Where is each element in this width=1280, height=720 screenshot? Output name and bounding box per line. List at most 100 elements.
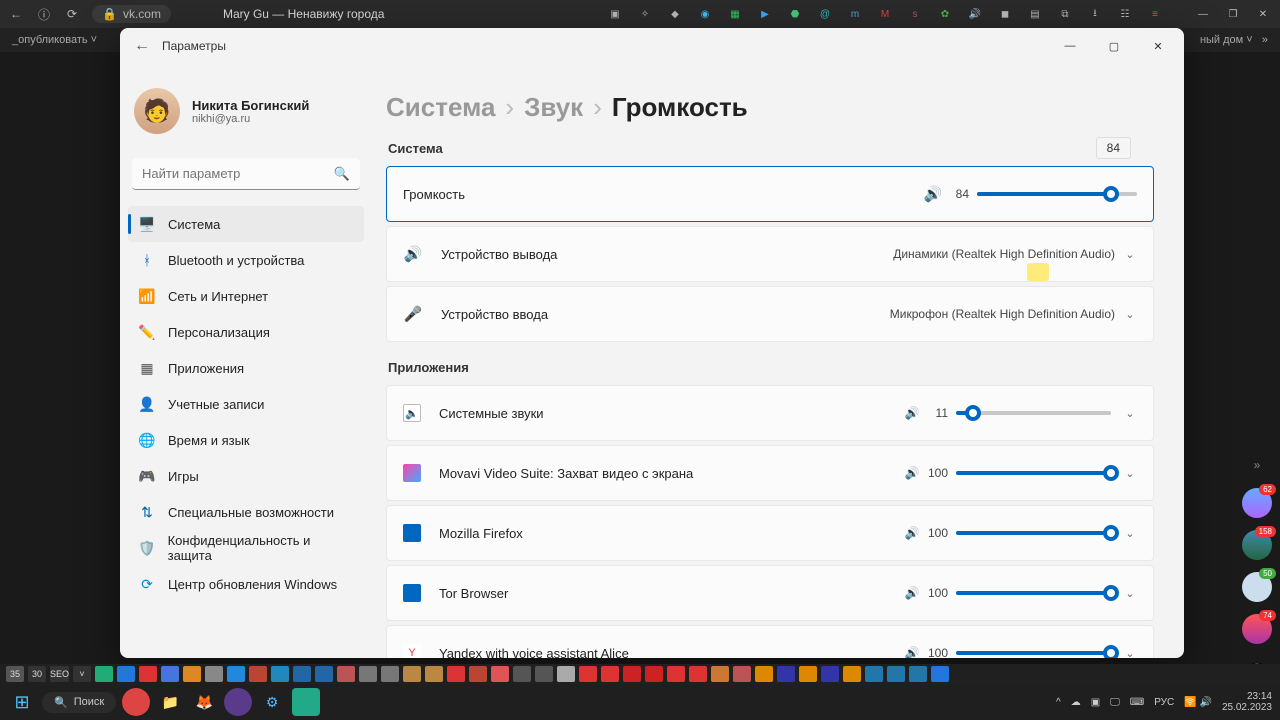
app-volume-slider[interactable] xyxy=(956,471,1111,475)
back-button[interactable]: ← xyxy=(134,37,154,55)
tetab-icon[interactable] xyxy=(381,666,399,682)
tetab-icon[interactable] xyxy=(271,666,289,682)
nav-reload-icon[interactable]: ⟳ xyxy=(64,7,80,21)
app-volume-slider[interactable] xyxy=(956,591,1111,595)
taskbar-app-icon[interactable] xyxy=(122,688,150,716)
tetab-icon[interactable] xyxy=(843,666,861,682)
tetab-icon[interactable] xyxy=(623,666,641,682)
nav-back-icon[interactable]: ← xyxy=(8,7,24,21)
speaker-icon[interactable]: 🔊 xyxy=(902,526,922,540)
sidebar-item[interactable]: 🎮Игры xyxy=(128,458,364,494)
tetab-icon[interactable] xyxy=(513,666,531,682)
tetab-icon[interactable] xyxy=(931,666,949,682)
ext-icon[interactable]: ▣ xyxy=(606,5,624,23)
profile-block[interactable]: 🧑 Никита Богинский nikhi@ya.ru xyxy=(128,64,364,152)
tetab-icon[interactable] xyxy=(95,666,113,682)
ext-icon[interactable]: ⬣ xyxy=(786,5,804,23)
tetab-icon[interactable] xyxy=(425,666,443,682)
tray-clock[interactable]: 23:14 25.02.2023 xyxy=(1222,691,1272,713)
tray-icon[interactable]: ⌨ xyxy=(1130,697,1144,708)
speaker-icon[interactable]: 🔊 xyxy=(923,185,943,203)
tetab-icon[interactable] xyxy=(491,666,509,682)
tetab-icon[interactable] xyxy=(535,666,553,682)
sidebar-item[interactable]: ▦Приложения xyxy=(128,350,364,386)
taskbar-app-icon[interactable]: 📁 xyxy=(156,688,184,716)
tray-icon[interactable]: ☁ xyxy=(1071,697,1081,708)
tetab-icon[interactable] xyxy=(161,666,179,682)
address-bar[interactable]: 🔒 vk.com xyxy=(92,5,171,23)
sidebar-item[interactable]: 🛡️Конфиденциальность и защита xyxy=(128,530,364,566)
tetab-icon[interactable] xyxy=(117,666,135,682)
taskbar-app-icon[interactable]: ⚙ xyxy=(258,688,286,716)
tetab-icon[interactable] xyxy=(821,666,839,682)
tetab-icon[interactable] xyxy=(755,666,773,682)
tetab-icon[interactable] xyxy=(689,666,707,682)
tetab-icon[interactable] xyxy=(557,666,575,682)
tetab-icon[interactable] xyxy=(579,666,597,682)
sidebar-item[interactable]: ᚼBluetooth и устройства xyxy=(128,242,364,278)
tray-icon[interactable]: ▣ xyxy=(1091,697,1100,708)
sidebar-item[interactable]: 🖥️Система xyxy=(128,206,364,242)
start-button[interactable]: ⊞ xyxy=(8,688,36,716)
tetab-icon[interactable] xyxy=(645,666,663,682)
tetab-icon[interactable] xyxy=(667,666,685,682)
sidebar-item[interactable]: ⟳Центр обновления Windows xyxy=(128,566,364,602)
tetab-icon[interactable] xyxy=(711,666,729,682)
tetab-icon[interactable] xyxy=(909,666,927,682)
side-app-icon[interactable]: 158 xyxy=(1242,530,1272,560)
sidebar-item[interactable]: ⇅Специальные возможности xyxy=(128,494,364,530)
tetab-icon[interactable] xyxy=(205,666,223,682)
sidebar-item[interactable]: 📶Сеть и Интернет xyxy=(128,278,364,314)
tetab-icon[interactable] xyxy=(293,666,311,682)
tetab-icon[interactable] xyxy=(447,666,465,682)
collapse-icon[interactable]: » xyxy=(1242,458,1272,472)
tetab-icon[interactable] xyxy=(887,666,905,682)
tetab-icon[interactable] xyxy=(227,666,245,682)
speaker-icon[interactable]: 🔊 xyxy=(902,466,922,480)
taskbar-app-icon[interactable] xyxy=(224,688,252,716)
window-minimize-icon[interactable]: — xyxy=(1194,5,1212,23)
tetab-icon[interactable] xyxy=(733,666,751,682)
speaker-icon[interactable]: 🔊 xyxy=(902,646,922,658)
minimize-button[interactable]: — xyxy=(1048,31,1092,61)
tray-icon[interactable]: 🛜 🔊 xyxy=(1184,697,1212,708)
tetab-icon[interactable] xyxy=(799,666,817,682)
window-close-icon[interactable]: ✕ xyxy=(1254,5,1272,23)
sidebar-item[interactable]: 👤Учетные записи xyxy=(128,386,364,422)
tetab-icon[interactable] xyxy=(865,666,883,682)
tetab-icon[interactable] xyxy=(403,666,421,682)
nav-info-icon[interactable]: ⓘ xyxy=(36,6,52,23)
tray-icon[interactable]: ^ xyxy=(1056,697,1061,708)
app-volume-slider[interactable] xyxy=(956,651,1111,655)
ext-icon[interactable]: ▦ xyxy=(726,5,744,23)
speaker-icon[interactable]: 🔊 xyxy=(902,586,922,600)
tetab-icon[interactable] xyxy=(337,666,355,682)
side-app-icon[interactable]: 62 xyxy=(1242,488,1272,518)
tetab-icon[interactable] xyxy=(249,666,267,682)
app-volume-slider[interactable] xyxy=(956,411,1111,415)
tetab-icon[interactable] xyxy=(469,666,487,682)
ext-icon[interactable]: ▤ xyxy=(1026,5,1044,23)
volume-icon[interactable]: 🔊 xyxy=(966,5,984,23)
search-input[interactable] xyxy=(132,158,360,190)
tetab-icon[interactable] xyxy=(183,666,201,682)
menu-icon[interactable]: ≡ xyxy=(1146,5,1164,23)
ext-icon[interactable]: ▶ xyxy=(756,5,774,23)
bookmark-item[interactable]: _опубликовать ˅ xyxy=(12,34,97,46)
tab-counter[interactable]: 30 xyxy=(28,666,46,682)
tetab-icon[interactable] xyxy=(315,666,333,682)
tray-icon[interactable]: 🖵 xyxy=(1110,697,1120,708)
output-device-row[interactable]: 🔊 Устройство вывода Динамики (Realtek Hi… xyxy=(386,226,1154,282)
app-volume-slider[interactable] xyxy=(956,531,1111,535)
download-icon[interactable]: ⭳ xyxy=(1086,5,1104,23)
ext-icon[interactable]: ◆ xyxy=(666,5,684,23)
taskbar-app-icon[interactable]: 🦊 xyxy=(190,688,218,716)
tab-label[interactable]: SEO xyxy=(50,666,69,682)
ext-icon[interactable]: ☷ xyxy=(1116,5,1134,23)
master-volume-slider[interactable] xyxy=(977,192,1137,196)
bookmark-item[interactable]: ный дом ˅ » xyxy=(1200,34,1268,46)
ext-icon[interactable]: m xyxy=(846,5,864,23)
ext-icon[interactable]: @ xyxy=(816,5,834,23)
tetab-icon[interactable] xyxy=(139,666,157,682)
tetab-icon[interactable] xyxy=(777,666,795,682)
